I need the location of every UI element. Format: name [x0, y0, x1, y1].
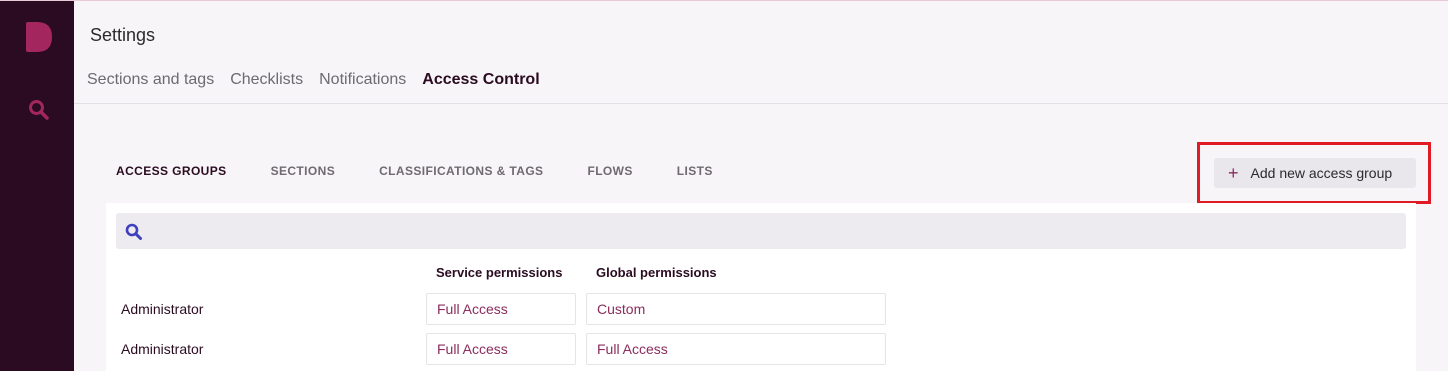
- tab-checklists[interactable]: Checklists: [230, 71, 303, 89]
- tab-notifications[interactable]: Notifications: [319, 71, 406, 89]
- global-permission-cell[interactable]: Full Access: [586, 333, 886, 365]
- search-icon[interactable]: [28, 99, 50, 121]
- plus-icon: +: [1228, 163, 1239, 183]
- add-access-group-button[interactable]: + Add new access group: [1214, 158, 1416, 188]
- global-permission-cell[interactable]: Custom: [586, 293, 886, 325]
- sub-tabs: ACCESS GROUPS SECTIONS CLASSIFICATIONS &…: [116, 164, 757, 178]
- subtab-flows[interactable]: FLOWS: [587, 164, 632, 178]
- tab-access-control[interactable]: Access Control: [422, 71, 539, 89]
- search-input[interactable]: [150, 213, 1400, 249]
- page-title: Settings: [90, 25, 156, 45]
- service-permission-cell[interactable]: Full Access: [426, 333, 576, 365]
- search-icon: [125, 223, 142, 240]
- subtab-lists[interactable]: LISTS: [677, 164, 713, 178]
- column-header-service-permissions: Service permissions: [436, 265, 563, 280]
- top-border: [0, 0, 1448, 1]
- header-divider: [74, 103, 1448, 104]
- service-permission-cell[interactable]: Full Access: [426, 293, 576, 325]
- subtab-sections[interactable]: SECTIONS: [271, 164, 336, 178]
- column-header-global-permissions: Global permissions: [596, 265, 717, 280]
- tab-sections-and-tags[interactable]: Sections and tags: [87, 71, 214, 89]
- add-access-group-label: Add new access group: [1250, 165, 1393, 181]
- row-name[interactable]: Administrator: [121, 341, 203, 357]
- top-tabs: Sections and tags Checklists Notificatio…: [87, 71, 540, 89]
- logo-icon[interactable]: [25, 22, 53, 52]
- subtab-classifications-tags[interactable]: CLASSIFICATIONS & TAGS: [379, 164, 543, 178]
- sidebar: [0, 1, 74, 371]
- subtab-access-groups[interactable]: ACCESS GROUPS: [116, 164, 227, 178]
- row-name[interactable]: Administrator: [121, 301, 203, 317]
- search-bar: [116, 213, 1406, 249]
